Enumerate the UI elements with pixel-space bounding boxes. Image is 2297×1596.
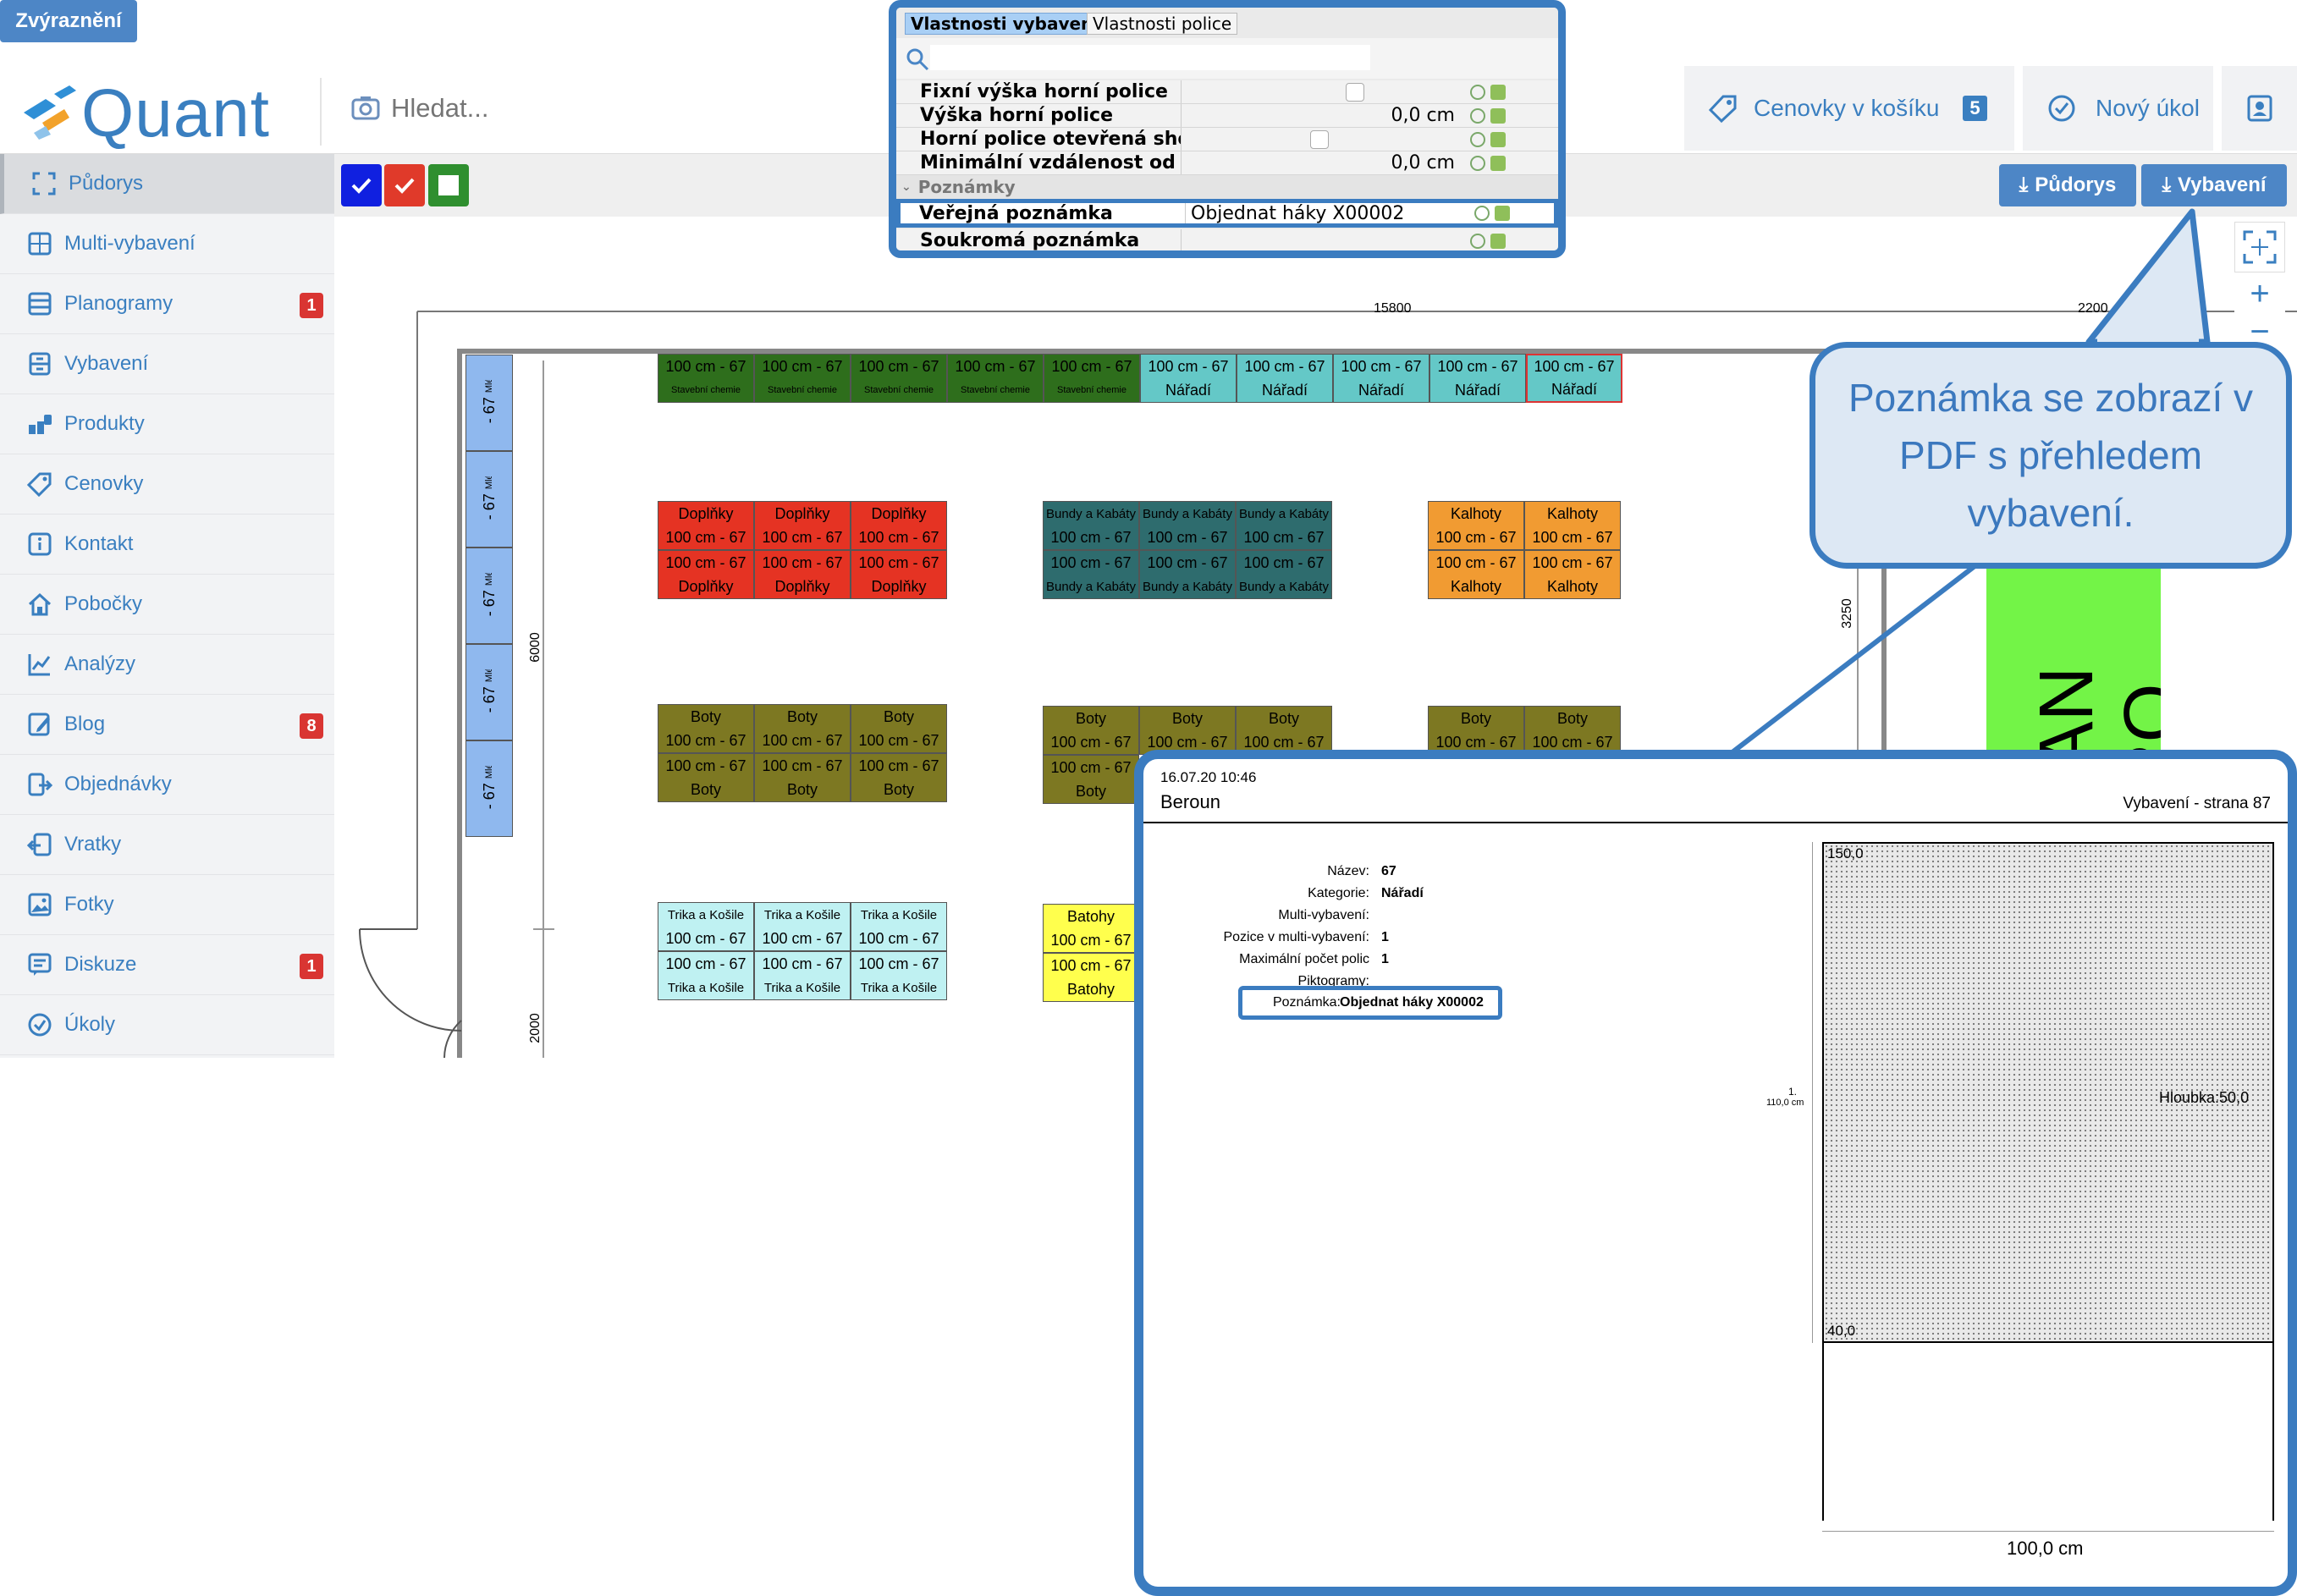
chevron-down-icon: ⌄ — [901, 180, 912, 194]
apply-icon[interactable] — [1495, 206, 1510, 221]
property-label: Fixní výška horní police — [920, 81, 1168, 102]
equipment-properties-panel: Vlastnosti vybavení Vlastnosti police Fi… — [889, 0, 1566, 258]
property-label: Horní police otevřená sho… — [920, 129, 1181, 150]
properties-tab-bar: Vlastnosti vybavení Vlastnosti police — [896, 8, 1558, 38]
pdf-field-label: Multi-vybavení: — [1278, 908, 1369, 922]
property-label: Výška horní police — [920, 105, 1113, 126]
pdf-note-label: Poznámka: — [1272, 995, 1341, 1010]
reset-icon[interactable] — [1470, 131, 1485, 147]
pdf-field-label: Maximální počet polic — [1239, 952, 1369, 966]
tab-equipment-properties[interactable]: Vlastnosti vybavení — [905, 13, 1105, 35]
apply-icon[interactable] — [1490, 84, 1506, 100]
pdf-frame-left — [1822, 1343, 1824, 1521]
reset-icon[interactable] — [1470, 107, 1485, 124]
pdf-height-guide — [1812, 842, 1813, 1343]
search-icon — [906, 48, 929, 71]
pdf-field-label: Kategorie: — [1308, 886, 1369, 900]
pdf-store-name: Beroun — [1160, 791, 1220, 812]
reset-icon[interactable] — [1470, 233, 1485, 249]
private-note-value[interactable] — [1181, 229, 1460, 250]
pdf-shelf-height: 110,0 cm — [1766, 1098, 1804, 1108]
pdf-frame-right — [2272, 1343, 2274, 1521]
pdf-field-value: Nářadí — [1381, 886, 1424, 900]
reset-icon[interactable] — [1474, 206, 1490, 221]
notes-section-header[interactable]: ⌄ Poznámky — [896, 175, 1558, 199]
pdf-header-rule — [1143, 822, 2288, 823]
pdf-timestamp: 16.07.20 10:46 — [1160, 769, 1257, 785]
pdf-preview: 16.07.20 10:46 Beroun Vybavení - strana … — [1134, 750, 2297, 1596]
apply-icon[interactable] — [1490, 233, 1506, 249]
private-note-row[interactable]: Soukromá poznámka — [896, 229, 1558, 251]
open-top-shelf-checkbox[interactable] — [1310, 129, 1329, 149]
properties-search-input[interactable] — [930, 45, 1370, 70]
property-row[interactable]: Výška horní police 0,0 cm — [896, 104, 1558, 128]
reset-icon[interactable] — [1470, 155, 1485, 171]
pdf-field-label: Název: — [1327, 864, 1369, 878]
property-label: Veřejná poznámka — [919, 202, 1113, 224]
pdf-shelf-bottom: 40,0 — [1827, 1323, 1856, 1339]
pdf-width-guide — [1822, 1531, 2274, 1532]
property-row[interactable]: Horní police otevřená sho… — [896, 128, 1558, 151]
fixed-height-checkbox[interactable] — [1345, 82, 1364, 102]
pdf-field-value: 1 — [1381, 930, 1389, 944]
property-row[interactable]: Minimální vzdálenost od … 0,0 cm — [896, 151, 1558, 175]
apply-icon[interactable] — [1490, 155, 1506, 171]
properties-search-bar — [896, 38, 1558, 79]
notes-section-label: Poznámky — [917, 177, 1016, 197]
apply-icon[interactable] — [1490, 131, 1506, 147]
apply-icon[interactable] — [1490, 107, 1506, 124]
property-value[interactable]: 0,0 cm — [1181, 151, 1460, 174]
pdf-field-value: 1 — [1381, 952, 1389, 966]
property-value[interactable] — [1181, 128, 1460, 151]
pdf-note-highlight: Poznámka: Objednat háky X00002 — [1238, 986, 1502, 1020]
reset-icon[interactable] — [1470, 84, 1485, 100]
tab-shelf-properties[interactable]: Vlastnosti police — [1087, 13, 1238, 35]
pdf-note-value: Objednat háky X00002 — [1340, 995, 1484, 1010]
public-note-row[interactable]: Veřejná poznámka Objednat háky X00002 — [896, 199, 1558, 228]
property-value[interactable] — [1181, 80, 1460, 103]
property-row[interactable]: Fixní výška horní police — [896, 80, 1558, 104]
public-note-value[interactable]: Objednat háky X00002 — [1185, 203, 1464, 224]
pdf-page-label: Vybavení - strana 87 — [2123, 795, 2271, 812]
pdf-depth: Hloubka:50,0 — [2159, 1089, 2250, 1106]
pdf-shelf-top: 150,0 — [1827, 845, 1864, 861]
property-label: Minimální vzdálenost od … — [920, 152, 1181, 173]
pdf-field-value: 67 — [1381, 864, 1396, 878]
property-label: Soukromá poznámka — [920, 230, 1140, 251]
pdf-shelf-number: 1. — [1788, 1086, 1798, 1098]
pdf-width: 100,0 cm — [2007, 1538, 2084, 1559]
pdf-field-label: Pozice v multi-vybavení: — [1223, 930, 1369, 944]
property-value[interactable]: 0,0 cm — [1181, 104, 1460, 127]
note-callout: Poznámka se zobrazí v PDF s přehledem vy… — [1810, 342, 2292, 569]
pdf-shelf-line — [1822, 1341, 2274, 1343]
